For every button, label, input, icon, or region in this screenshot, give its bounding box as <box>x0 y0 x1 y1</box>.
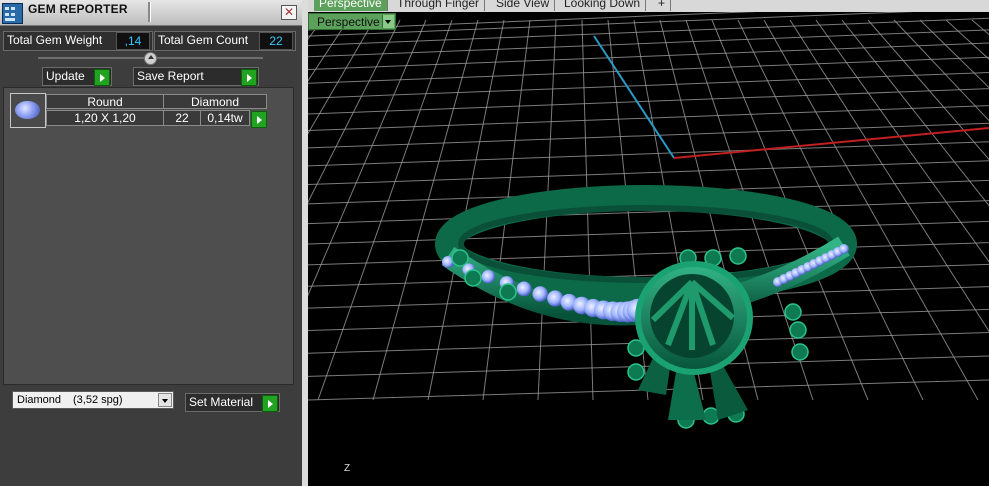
view-selector[interactable]: Perspective <box>308 13 396 30</box>
chevron-down-icon[interactable] <box>158 393 172 407</box>
green-play-arrow-icon <box>94 69 110 86</box>
gem-reporter-app-icon <box>2 3 23 24</box>
view-selector-label: Perspective <box>317 15 380 29</box>
green-play-arrow-icon <box>241 69 257 86</box>
gem-shape-cell: Round <box>46 94 164 109</box>
gem-reporter-panel: GEM REPORTER ✕ Total Gem Weight ,14 Tota… <box>0 0 302 486</box>
update-button-label: Update <box>46 69 85 83</box>
splitter-handle[interactable] <box>144 52 157 65</box>
center-setting <box>635 261 753 420</box>
gem-material-cell: Diamond <box>163 94 267 109</box>
gem-stone-shape <box>15 101 40 119</box>
panel-titlebar[interactable]: GEM REPORTER ✕ <box>0 0 302 26</box>
total-count-value: 22 <box>259 32 293 50</box>
tab-add[interactable]: + <box>653 0 672 11</box>
tab-looking-down[interactable]: Looking Down <box>559 0 647 11</box>
tab-side-view[interactable]: Side View <box>491 0 556 11</box>
tab-perspective[interactable]: Perspective <box>314 0 388 11</box>
axis-z-label: Z <box>344 463 351 474</box>
update-button[interactable]: Update <box>42 67 112 86</box>
material-dropdown[interactable]: Diamond (3,52 spg) <box>12 391 174 409</box>
total-weight-label: Total Gem Weight <box>7 33 103 47</box>
chevron-down-icon[interactable] <box>382 15 394 28</box>
ring-band-inner <box>458 205 834 283</box>
green-play-arrow-icon <box>262 395 278 412</box>
close-icon: ✕ <box>283 5 295 19</box>
y-axis-line <box>593 35 675 159</box>
close-button[interactable]: ✕ <box>281 5 297 20</box>
title-separator <box>148 2 151 22</box>
set-material-button-label: Set Material <box>189 395 254 409</box>
panel-title: GEM REPORTER <box>28 2 128 16</box>
total-count-label: Total Gem Count <box>158 33 249 47</box>
save-report-button-label: Save Report <box>137 69 204 83</box>
gem-weight-cell: 0,14tw <box>200 110 250 126</box>
viewport-scene <box>308 1 989 429</box>
material-density: (3,52 spg) <box>73 394 123 406</box>
3d-viewport[interactable]: Perspective Through Finger Side View Loo… <box>308 0 989 486</box>
gem-size-cell: 1,20 X 1,20 <box>46 110 164 126</box>
gem-list <box>3 87 294 385</box>
tab-through-finger[interactable]: Through Finger <box>392 0 486 11</box>
view-tabs: Perspective Through Finger Side View Loo… <box>308 0 989 12</box>
set-material-button[interactable]: Set Material <box>185 393 280 412</box>
save-report-button[interactable]: Save Report <box>133 67 259 86</box>
material-name: Diamond <box>17 394 62 406</box>
gem-row-go-button[interactable] <box>251 111 267 128</box>
round-gem-icon[interactable] <box>10 93 46 128</box>
gem-count-cell: 22 <box>163 110 201 126</box>
total-weight-value: ,14 <box>116 32 150 50</box>
